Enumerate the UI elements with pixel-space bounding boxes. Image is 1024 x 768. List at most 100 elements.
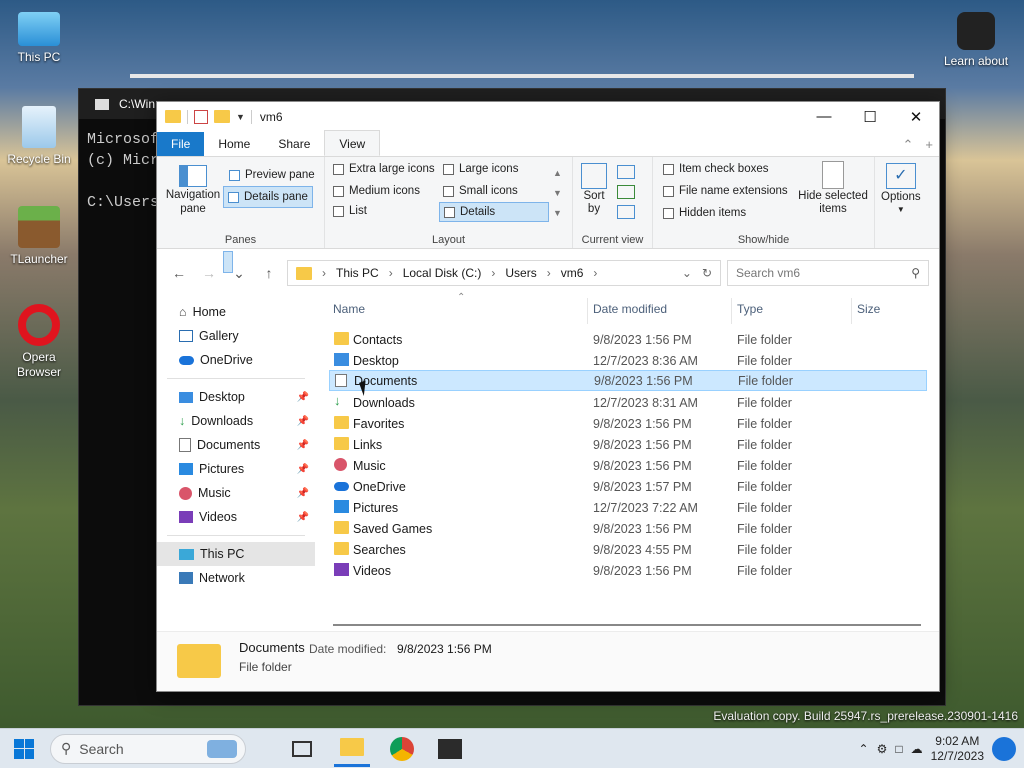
column-name[interactable]: Name bbox=[333, 302, 365, 316]
horizontal-scrollbar[interactable] bbox=[333, 624, 921, 626]
taskbar-file-explorer[interactable] bbox=[334, 731, 370, 767]
nav-item-this-pc[interactable]: This PC bbox=[157, 542, 315, 566]
nav-item-downloads[interactable]: ↓ Downloads 📌 bbox=[157, 409, 315, 433]
layout-small-icons[interactable]: Small icons bbox=[443, 185, 518, 197]
layout-scroll-arrows[interactable]: ▲ ▼ ▼ bbox=[553, 163, 562, 223]
breadcrumb-local-disk[interactable]: Local Disk (C:) bbox=[403, 266, 482, 280]
explorer-titlebar[interactable]: ▼ vm6 — ☐ ✕ bbox=[157, 102, 939, 131]
taskbar-chrome[interactable] bbox=[384, 731, 420, 767]
details-pane-button[interactable]: Details pane bbox=[223, 186, 313, 208]
file-row[interactable]: Videos 9/8/2023 1:56 PM File folder bbox=[329, 560, 927, 581]
file-row[interactable]: Saved Games 9/8/2023 1:56 PM File folder bbox=[329, 518, 927, 539]
column-type[interactable]: Type bbox=[737, 302, 763, 316]
chevron-up-icon[interactable]: ⌃ bbox=[859, 742, 869, 756]
help-icon[interactable]: + bbox=[925, 137, 933, 153]
address-dropdown-icon[interactable]: ⌄ bbox=[682, 266, 692, 280]
pin-icon[interactable]: 📌 bbox=[297, 416, 309, 427]
desktop-icon-recycle-bin[interactable]: Recycle Bin bbox=[2, 106, 76, 167]
address-path[interactable]: › This PC › Local Disk (C:) › Users › vm… bbox=[287, 260, 721, 286]
file-row[interactable]: ↓ Downloads 12/7/2023 8:31 AM File folder bbox=[329, 392, 927, 413]
nav-item-home[interactable]: ⌂ Home bbox=[157, 300, 315, 324]
search-box[interactable]: Search vm6 ⚲ bbox=[727, 260, 929, 286]
layout-details[interactable]: Details bbox=[439, 202, 549, 222]
file-row[interactable]: Pictures 12/7/2023 7:22 AM File folder bbox=[329, 497, 927, 518]
breadcrumb-vm6[interactable]: vm6 bbox=[561, 266, 584, 280]
nav-item-network[interactable]: Network bbox=[157, 566, 315, 590]
clock[interactable]: 9:02 AM 12/7/2023 bbox=[931, 734, 984, 764]
nav-item-gallery[interactable]: Gallery bbox=[157, 324, 315, 348]
display-icon[interactable]: □ bbox=[895, 742, 902, 756]
size-columns-icon[interactable] bbox=[617, 205, 635, 219]
add-columns-icon[interactable] bbox=[617, 185, 635, 199]
layout-list[interactable]: List bbox=[333, 205, 367, 217]
nav-item-desktop[interactable]: Desktop 📌 bbox=[157, 385, 315, 409]
network-status-icon[interactable]: ⚙ bbox=[877, 742, 888, 756]
navigation-pane-button[interactable]: Navigation pane bbox=[165, 165, 221, 215]
back-button[interactable]: ← bbox=[167, 265, 191, 281]
customize-toolbar-icon[interactable]: ▼ bbox=[236, 112, 245, 122]
file-name-extensions-toggle[interactable]: File name extensions bbox=[663, 185, 788, 197]
breadcrumb-users[interactable]: Users bbox=[505, 266, 536, 280]
file-row[interactable]: Searches 9/8/2023 4:55 PM File folder bbox=[329, 539, 927, 560]
pin-icon[interactable]: 📌 bbox=[297, 464, 309, 475]
hidden-items-toggle[interactable]: Hidden items bbox=[663, 207, 746, 219]
nav-item-music[interactable]: Music 📌 bbox=[157, 481, 315, 505]
tab-share[interactable]: Share bbox=[264, 132, 324, 156]
file-row[interactable]: OneDrive 9/8/2023 1:57 PM File folder bbox=[329, 476, 927, 497]
file-list[interactable]: ⌃ Name Date modified Type Size Contacts 9… bbox=[315, 292, 939, 632]
taskbar-search[interactable]: ⚲ Search bbox=[50, 733, 246, 764]
tab-home[interactable]: Home bbox=[204, 132, 264, 156]
desktop-icon-tlauncher[interactable]: TLauncher bbox=[2, 206, 76, 267]
start-button[interactable] bbox=[6, 731, 42, 767]
column-date-modified[interactable]: Date modified bbox=[593, 302, 667, 316]
close-button[interactable]: ✕ bbox=[893, 102, 939, 131]
checkbox[interactable] bbox=[663, 207, 674, 219]
navigation-pane[interactable]: ⌂ Home Gallery OneDrive Desktop 📌 ↓ Downloa… bbox=[157, 298, 315, 632]
maximize-button[interactable]: ☐ bbox=[847, 102, 893, 131]
breadcrumb-this-pc[interactable]: This PC bbox=[336, 266, 379, 280]
up-button[interactable]: ↑ bbox=[257, 265, 281, 281]
taskbar-terminal[interactable] bbox=[432, 731, 468, 767]
tab-file[interactable]: File bbox=[157, 132, 205, 156]
file-row[interactable]: Music 9/8/2023 1:56 PM File folder bbox=[329, 455, 927, 476]
learn-about-widget[interactable]: Learn about bbox=[940, 12, 1012, 69]
file-explorer-window[interactable]: ▼ vm6 — ☐ ✕ File Home Share View ⌃ + Nav… bbox=[156, 101, 940, 692]
preview-pane-button[interactable]: Preview pane bbox=[225, 165, 319, 185]
checkbox[interactable] bbox=[663, 185, 674, 197]
pin-icon[interactable]: 📌 bbox=[297, 440, 309, 451]
layout-large-icons[interactable]: Large icons bbox=[443, 163, 518, 175]
options-button[interactable]: ✓ Options ▼ bbox=[881, 163, 921, 214]
desktop-icon-this-pc[interactable]: This PC bbox=[2, 10, 76, 65]
nav-item-documents[interactable]: Documents 📌 bbox=[157, 433, 315, 457]
nav-item-pictures[interactable]: Pictures 📌 bbox=[157, 457, 315, 481]
group-by-icon[interactable] bbox=[617, 165, 635, 179]
file-row[interactable]: Contacts 9/8/2023 1:56 PM File folder bbox=[329, 329, 927, 350]
pin-icon[interactable]: 📌 bbox=[297, 488, 309, 499]
notification-icon[interactable] bbox=[992, 736, 1016, 761]
file-row[interactable]: Links 9/8/2023 1:56 PM File folder bbox=[329, 434, 927, 455]
properties-icon[interactable] bbox=[194, 109, 208, 124]
file-row[interactable]: Favorites 9/8/2023 1:56 PM File folder bbox=[329, 413, 927, 434]
minimize-button[interactable]: — bbox=[801, 102, 847, 131]
file-row[interactable]: Desktop 12/7/2023 8:36 AM File folder bbox=[329, 350, 927, 371]
collapse-ribbon-icon[interactable]: ⌃ bbox=[903, 137, 914, 153]
layout-extra-large-icons[interactable]: Extra large icons bbox=[333, 163, 435, 175]
forward-button[interactable]: → bbox=[197, 265, 221, 281]
column-size[interactable]: Size bbox=[857, 302, 880, 316]
desktop-icon-opera[interactable]: Opera Browser bbox=[2, 304, 76, 380]
nav-item-onedrive[interactable]: OneDrive bbox=[157, 348, 315, 372]
nav-item-videos[interactable]: Videos 📌 bbox=[157, 505, 315, 529]
pin-icon[interactable]: 📌 bbox=[297, 392, 309, 403]
file-row-selected[interactable]: Documents 9/8/2023 1:56 PM File folder bbox=[329, 370, 927, 391]
checkbox[interactable] bbox=[663, 163, 674, 175]
sort-by-button[interactable]: Sort by bbox=[581, 163, 607, 215]
layout-medium-icons[interactable]: Medium icons bbox=[333, 185, 420, 197]
task-view-button[interactable] bbox=[284, 731, 320, 767]
tab-view[interactable]: View bbox=[324, 130, 381, 156]
pin-icon[interactable]: 📌 bbox=[297, 512, 309, 523]
hide-selected-items-button[interactable]: Hide selected items bbox=[797, 161, 869, 215]
new-folder-icon[interactable] bbox=[214, 110, 230, 123]
wifi-off-icon[interactable]: ☁ bbox=[911, 742, 923, 756]
item-check-boxes-toggle[interactable]: Item check boxes bbox=[663, 163, 768, 175]
refresh-icon[interactable]: ↻ bbox=[702, 266, 720, 280]
